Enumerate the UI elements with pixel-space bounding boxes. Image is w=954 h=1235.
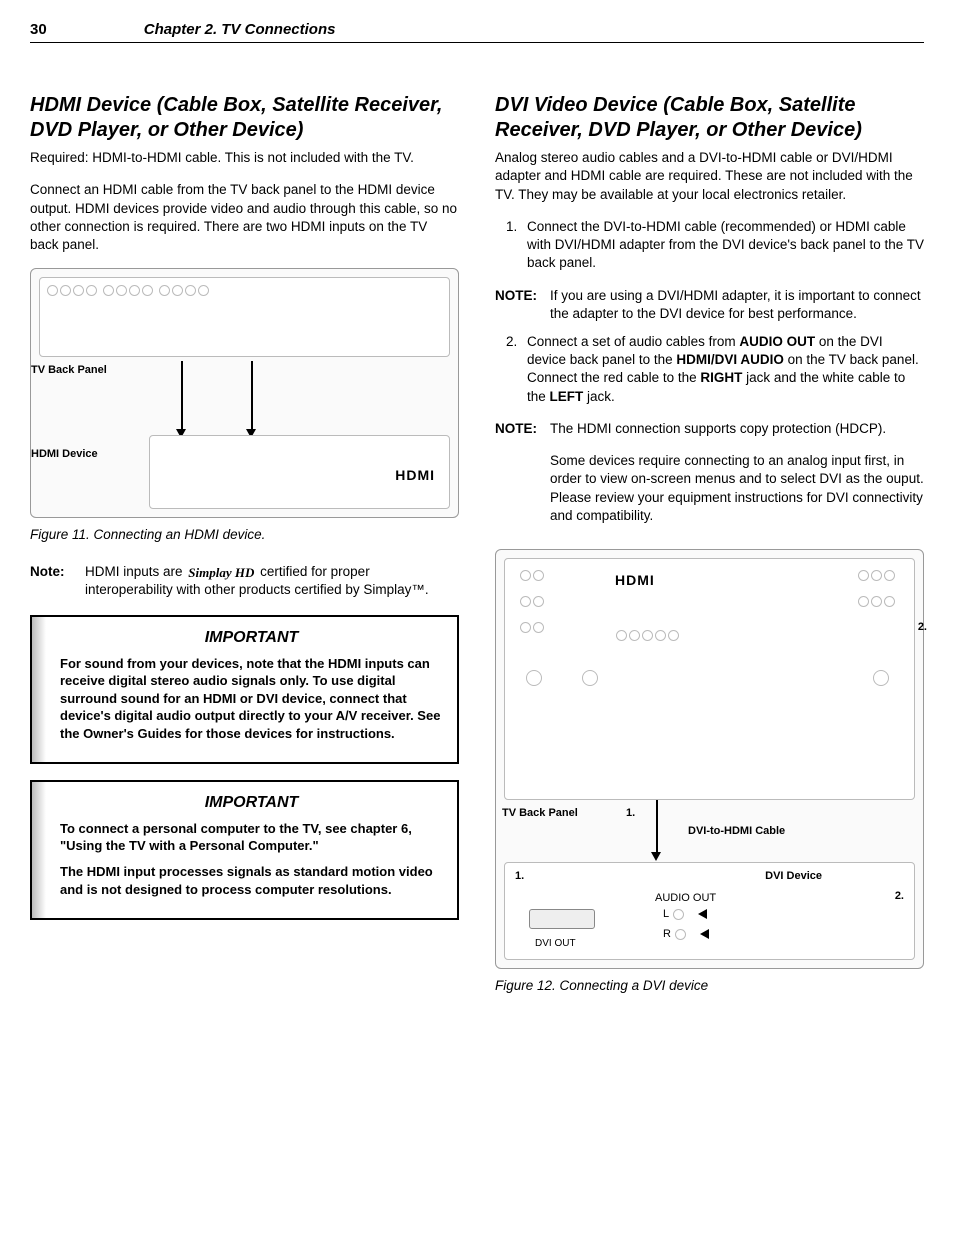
fig12-label-tv: TV Back Panel (500, 806, 580, 821)
step2-b2: HDMI/DVI AUDIO (676, 352, 784, 367)
fig12-label-dvidev: DVI Device (763, 869, 824, 884)
step-2: Connect a set of audio cables from AUDIO… (521, 333, 924, 406)
hdmi-logo: HDMI (395, 467, 435, 483)
important-1-title: IMPORTANT (60, 627, 443, 649)
fig11-label-device: HDMI Device (29, 447, 100, 462)
note-1-label: NOTE: (495, 287, 550, 323)
left-column: HDMI Device (Cable Box, Satellite Receiv… (30, 93, 459, 1013)
two-column-layout: HDMI Device (Cable Box, Satellite Receiv… (30, 93, 924, 1013)
important-box-2: IMPORTANT To connect a personal computer… (30, 780, 459, 920)
right-heading: DVI Video Device (Cable Box, Satellite R… (495, 93, 924, 143)
fig11-label-tv: TV Back Panel (29, 363, 109, 378)
figure-11-caption: Figure 11. Connecting an HDMI device. (30, 526, 459, 544)
step2-b3: RIGHT (700, 370, 742, 385)
fig12-audio-out: AUDIO OUT (655, 891, 716, 906)
fig12-L: L (663, 908, 669, 920)
fig12-n2-bot: 2. (893, 889, 906, 904)
note-body: HDMI inputs are Simplay HD certified for… (85, 563, 459, 599)
important-1-body: For sound from your devices, note that t… (60, 655, 443, 743)
note-2: NOTE: The HDMI connection supports copy … (495, 420, 924, 539)
fig12-n1-bot: 1. (513, 869, 526, 884)
note-label: Note: (30, 563, 85, 599)
note-2-label: NOTE: (495, 420, 550, 539)
right-steps: Connect the DVI-to-HDMI cable (recommend… (495, 218, 924, 273)
note-1: NOTE: If you are using a DVI/HDMI adapte… (495, 287, 924, 323)
important-2-title: IMPORTANT (60, 792, 443, 814)
left-heading: HDMI Device (Cable Box, Satellite Receiv… (30, 93, 459, 143)
fig12-n2-top: 2. (916, 620, 929, 635)
note-2-p1: The HDMI connection supports copy protec… (550, 420, 924, 438)
left-p1: Required: HDMI-to-HDMI cable. This is no… (30, 149, 459, 167)
important-box-1: IMPORTANT For sound from your devices, n… (30, 615, 459, 764)
chapter-title: Chapter 2. TV Connections (144, 21, 336, 38)
fig12-R: R (663, 928, 671, 940)
hdmi-logo-2: HDMI (615, 571, 655, 590)
note-2-p2: Some devices require connecting to an an… (550, 452, 924, 525)
right-column: DVI Video Device (Cable Box, Satellite R… (495, 93, 924, 1013)
right-steps-2: Connect a set of audio cables from AUDIO… (495, 333, 924, 406)
note-pre: HDMI inputs are (85, 564, 186, 579)
step2-end: jack. (583, 389, 615, 404)
note-1-body: If you are using a DVI/HDMI adapter, it … (550, 287, 924, 323)
fig12-n1-mid: 1. (624, 806, 637, 821)
step-1: Connect the DVI-to-HDMI cable (recommend… (521, 218, 924, 273)
figure-11: TV Back Panel HDMI Device HDMI (30, 268, 459, 518)
step2-b1: AUDIO OUT (739, 334, 815, 349)
left-p2: Connect an HDMI cable from the TV back p… (30, 181, 459, 254)
figure-12: HDMI 2. TV Back Panel 1. DVI-to-HDMI Cab… (495, 549, 924, 969)
step2-pre: Connect a set of audio cables from (527, 334, 739, 349)
important-2-p2: The HDMI input processes signals as stan… (60, 863, 443, 898)
page-header: 30 Chapter 2. TV Connections (30, 20, 924, 43)
simplay-note: Note: HDMI inputs are Simplay HD certifi… (30, 563, 459, 599)
step2-b4: LEFT (550, 389, 584, 404)
important-2-p1: To connect a personal computer to the TV… (60, 820, 443, 855)
simplay-brand: Simplay HD (186, 564, 256, 582)
fig12-dvi-out: DVI OUT (535, 937, 576, 951)
page-number: 30 (30, 20, 140, 40)
figure-12-caption: Figure 12. Connecting a DVI device (495, 977, 924, 995)
fig12-label-cable: DVI-to-HDMI Cable (686, 824, 787, 839)
right-p1: Analog stereo audio cables and a DVI-to-… (495, 149, 924, 204)
